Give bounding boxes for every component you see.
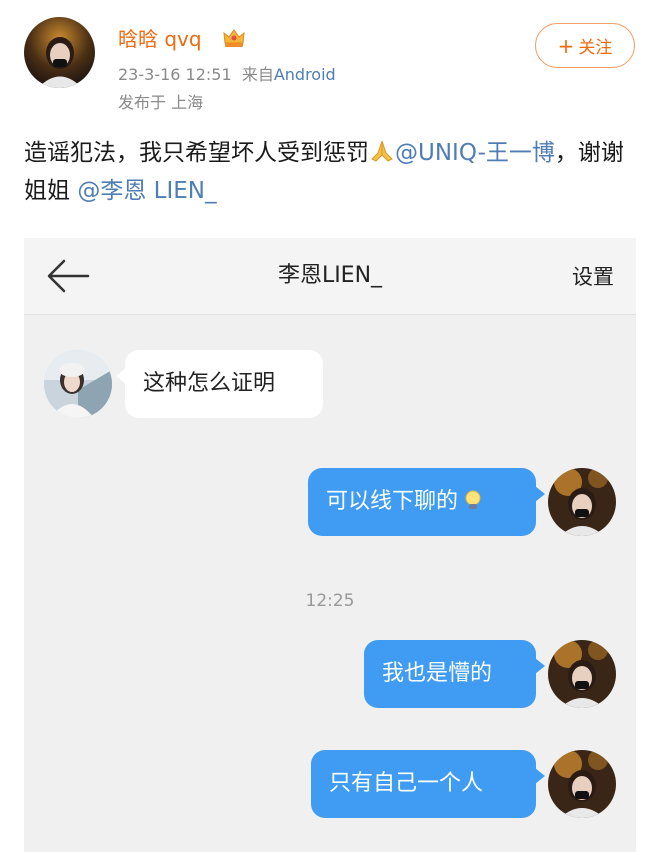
message-bubble-incoming[interactable]: 这种怎么证明 — [116, 350, 323, 418]
chat-screenshot[interactable]: 李恩LIEN_ 设置 这种怎么证明 可以线下聊的 12:25 我也是懵的 只有自… — [24, 238, 636, 852]
follow-button[interactable]: + 关注 — [535, 23, 635, 68]
self-avatar[interactable] — [548, 640, 616, 708]
user-avatar[interactable] — [24, 17, 95, 88]
post-datetime: 23-3-16 12:51 — [118, 65, 232, 84]
message-text: 可以线下聊的 — [326, 489, 459, 514]
mention-lien[interactable]: @李恩 LIEN_ — [77, 178, 216, 204]
follow-label: 关注 — [578, 38, 613, 58]
contact-avatar-photo — [44, 350, 112, 418]
self-avatar[interactable] — [548, 468, 616, 536]
message-text: 只有自己一个人 — [329, 771, 484, 796]
username[interactable]: 晗晗 qvq — [118, 26, 202, 52]
light-bulb-emoji-icon — [465, 490, 481, 509]
message-text: 我也是懵的 — [382, 661, 493, 686]
mention-wangyibo[interactable]: @UNIQ-王一博 — [395, 140, 555, 166]
message-bubble-outgoing[interactable]: 只有自己一个人 — [311, 750, 545, 818]
contact-avatar[interactable] — [44, 350, 112, 418]
post-text: 造谣犯法，我只希望坏人受到惩罚 @UNIQ-王一博，谢谢姐姐 @李恩 LIEN_ — [24, 134, 640, 210]
self-avatar-photo — [548, 750, 616, 818]
post-location: 发布于 上海 — [118, 93, 204, 112]
post-header: 晗晗 qvq 23-3-16 12:51 来自Android 发布于 上海 + … — [0, 0, 660, 120]
chat-timestamp: 12:25 — [305, 591, 355, 611]
crown-icon — [223, 29, 245, 47]
post-meta: 23-3-16 12:51 来自Android — [118, 64, 336, 86]
message-text: 这种怎么证明 — [143, 371, 276, 396]
chat-topbar: 李恩LIEN_ 设置 — [24, 238, 636, 315]
self-avatar[interactable] — [548, 750, 616, 818]
source-prefix: 来自 — [241, 65, 274, 84]
self-avatar-photo — [548, 468, 616, 536]
chat-settings-button[interactable]: 设置 — [572, 262, 614, 292]
message-bubble-outgoing[interactable]: 可以线下聊的 — [308, 468, 545, 536]
source-link[interactable]: Android — [274, 65, 336, 84]
message-bubble-outgoing[interactable]: 我也是懵的 — [364, 640, 545, 708]
plus-icon: + — [557, 33, 575, 58]
self-avatar-photo — [548, 640, 616, 708]
chat-title: 李恩LIEN_ — [277, 263, 383, 288]
avatar-photo — [24, 17, 95, 88]
post-text-part1: 造谣犯法，我只希望坏人受到惩罚 — [24, 140, 369, 166]
pray-icon — [371, 140, 393, 162]
